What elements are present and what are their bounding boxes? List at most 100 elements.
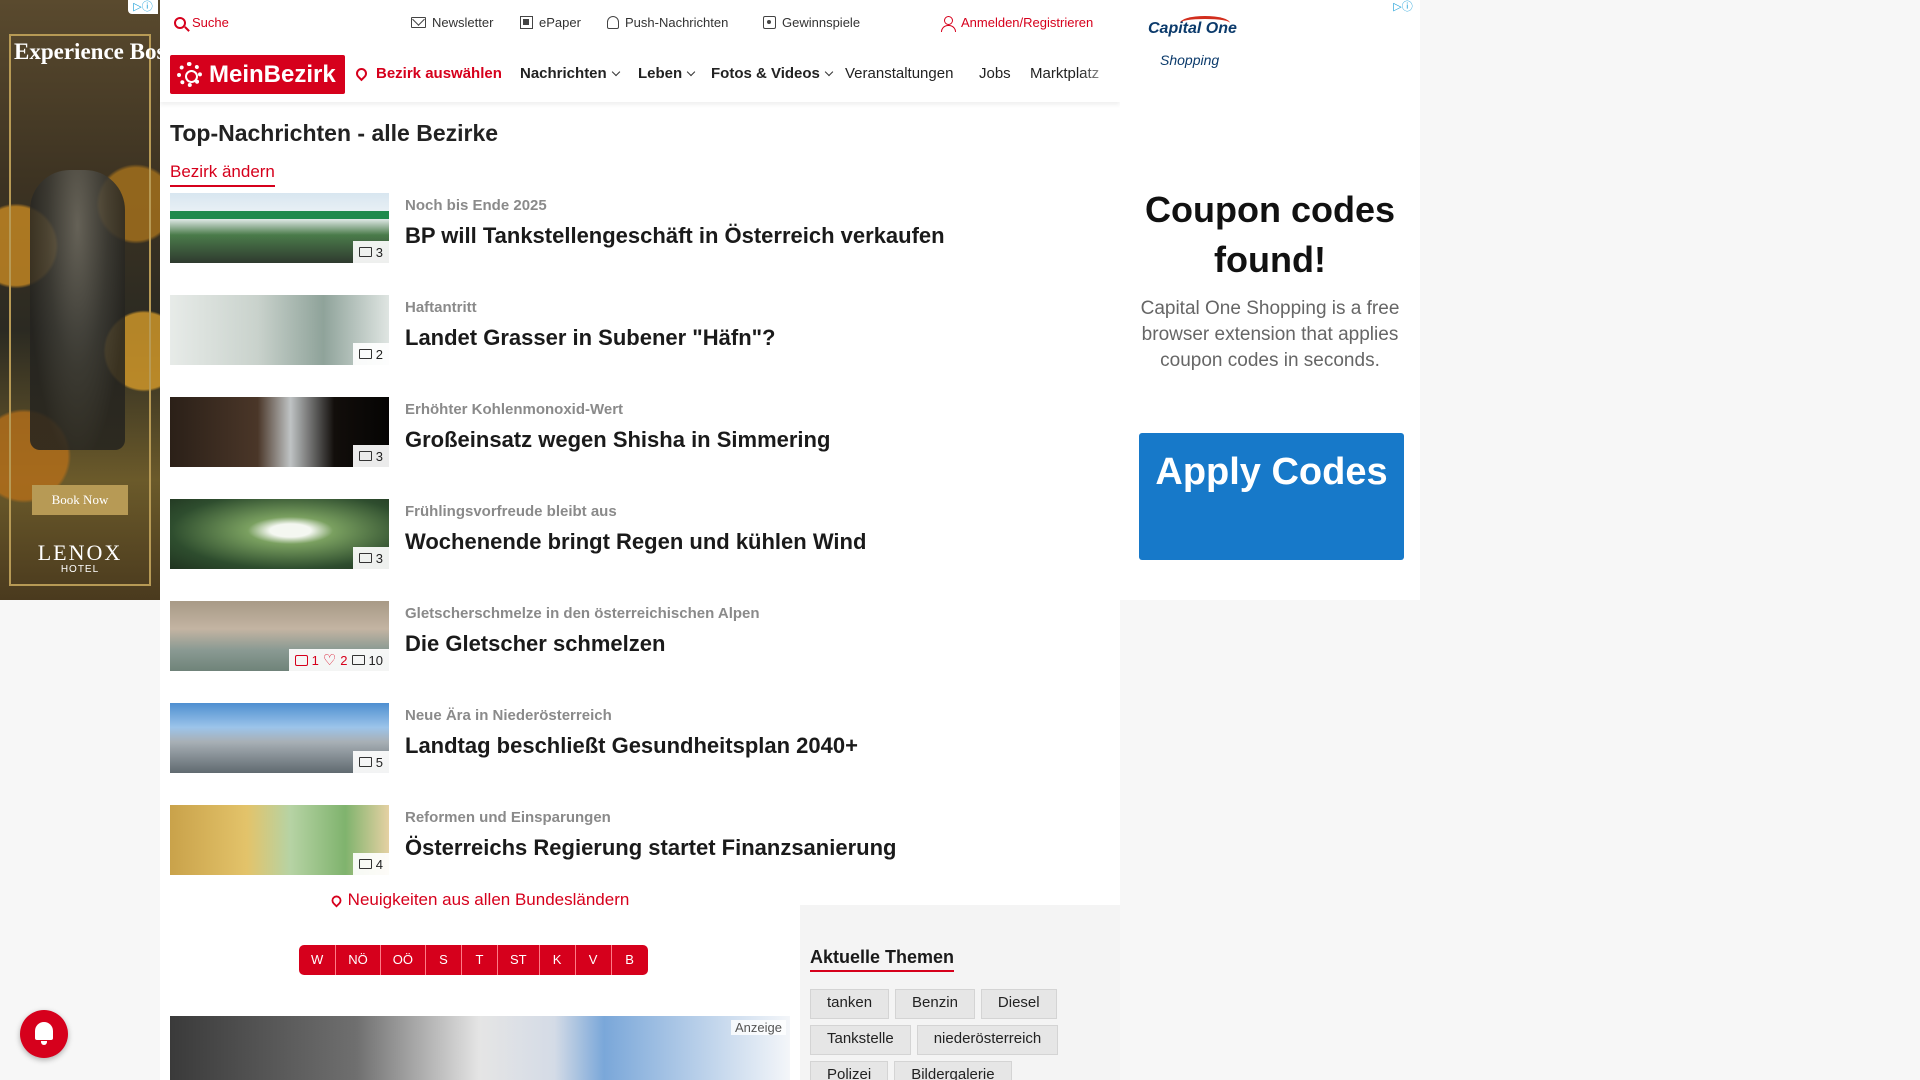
article-item[interactable]: 4 Reformen und Einsparungen Österreichs … [170, 805, 1110, 875]
region-button-noe[interactable]: NÖ [336, 945, 381, 975]
nav-fade [1080, 46, 1120, 102]
topic-tag[interactable]: Bildergalerie [894, 1061, 1012, 1080]
image-count-badge: 4 [352, 853, 389, 875]
games-link[interactable]: Gewinnspiele [763, 15, 860, 30]
region-button-st[interactable]: ST [498, 945, 540, 975]
current-topics-panel: Aktuelle Themen tanken Benzin Diesel Tan… [800, 905, 1120, 1080]
region-button-t[interactable]: T [462, 945, 499, 975]
topic-tag[interactable]: Diesel [980, 989, 1057, 1019]
article-thumbnail[interactable]: 3 [170, 193, 389, 263]
image-count: 4 [375, 856, 383, 872]
article-kicker: Reformen und Einsparungen [405, 809, 611, 826]
article-headline[interactable]: Die Gletscher schmelzen [405, 631, 665, 657]
region-button-v[interactable]: V [575, 945, 612, 975]
article-item[interactable]: 1 ♡ 2 10 Gletscherschmelze in den österre… [170, 601, 1110, 671]
newsletter-link[interactable]: Newsletter [411, 15, 493, 30]
article-thumbnail[interactable]: 3 [170, 499, 389, 569]
logo-text: MeinBezirk [209, 61, 336, 88]
topic-tag[interactable]: tanken [810, 989, 890, 1019]
notification-bell-button[interactable] [20, 1010, 68, 1058]
article-headline[interactable]: Landet Grasser in Subener "Häfn"? [405, 325, 776, 351]
sponsored-ad-image[interactable]: Anzeige [170, 1016, 790, 1080]
all-regions-link[interactable]: Neuigkeiten aus allen Bundesländern [160, 890, 800, 910]
image-count-badge: 2 [352, 343, 389, 365]
nav-leben[interactable]: Leben [638, 65, 696, 82]
article-kicker: Haftantritt [405, 299, 477, 316]
article-thumbnail[interactable]: 4 [170, 805, 389, 875]
comment-count: 1 [311, 652, 319, 668]
chevron-down-icon [611, 67, 620, 77]
apply-codes-button[interactable]: Apply Codes [1139, 433, 1404, 560]
topic-tags: tanken Benzin Diesel Tankstelle niederös… [810, 989, 1110, 1080]
region-button-k[interactable]: K [539, 945, 576, 975]
ad-brand-sub: HOTEL [60, 564, 100, 575]
article-thumbnail[interactable]: 1 ♡ 2 10 [170, 601, 389, 671]
topic-tag[interactable]: Tankstelle [810, 1025, 911, 1055]
bell-icon [607, 16, 619, 29]
region-button-b[interactable]: B [611, 945, 648, 975]
image-count: 3 [375, 244, 383, 260]
all-regions-label: Neuigkeiten aus allen Bundesländern [347, 890, 630, 909]
right-ad-banner[interactable]: Capital One Shopping Coupon codes found!… [1120, 0, 1420, 600]
adchoices-icon[interactable]: ▷ⓘ [128, 0, 158, 14]
ad-description: Capital One Shopping is a free browser e… [1140, 298, 1400, 371]
nav-veranstaltungen[interactable]: Veranstaltungen [845, 65, 953, 82]
article-kicker: Noch bis Ende 2025 [405, 197, 547, 214]
prize-icon [763, 16, 776, 29]
bezirk-select-label: Bezirk auswählen [376, 65, 502, 82]
article-item[interactable]: 3 Frühlingsvorfreude bleibt aus Wochenen… [170, 499, 1110, 569]
location-pin-icon [329, 893, 344, 908]
image-count: 2 [375, 346, 383, 362]
search-link[interactable]: Suche [174, 15, 229, 30]
main-column: Suche Newsletter ePaper Push-Nachrichten… [160, 0, 1120, 1080]
article-headline[interactable]: Wochenende bringt Regen und kühlen Wind [405, 529, 866, 555]
epaper-label: ePaper [539, 15, 581, 30]
topic-tag[interactable]: Benzin [895, 989, 975, 1019]
nav-jobs[interactable]: Jobs [979, 65, 1011, 82]
article-item[interactable]: 3 Erhöhter Kohlenmonoxid-Wert Großeinsat… [170, 397, 1110, 467]
gallery-icon [358, 757, 372, 767]
region-button-s[interactable]: S [426, 945, 463, 975]
article-headline[interactable]: Großeinsatz wegen Shisha in Simmering [405, 427, 830, 453]
nav-nachrichten[interactable]: Nachrichten [520, 65, 620, 82]
article-headline[interactable]: Landtag beschließt Gesundheitsplan 2040+ [405, 733, 858, 759]
article-item[interactable]: 3 Noch bis Ende 2025 BP will Tankstellen… [170, 193, 1110, 263]
comment-icon [294, 654, 308, 666]
newsletter-label: Newsletter [432, 15, 494, 30]
push-link[interactable]: Push-Nachrichten [607, 15, 728, 30]
push-label: Push-Nachrichten [625, 15, 729, 30]
article-thumbnail[interactable]: 2 [170, 295, 389, 365]
topic-tag[interactable]: niederösterreich [916, 1025, 1059, 1055]
topics-title: Aktuelle Themen [810, 947, 955, 972]
topic-tag[interactable]: Polizei [810, 1061, 889, 1080]
nav-fotos-videos[interactable]: Fotos & Videos [711, 65, 834, 82]
gallery-icon [358, 859, 372, 869]
ad-title: Coupon codes found! [1145, 189, 1395, 280]
image-count-badge: 1 ♡ 2 10 [288, 649, 389, 671]
article-item[interactable]: 5 Neue Ära in Niederösterreich Landtag b… [170, 703, 1110, 773]
games-label: Gewinnspiele [782, 15, 861, 30]
epaper-link[interactable]: ePaper [520, 15, 581, 30]
image-count: 3 [375, 448, 383, 464]
article-thumbnail[interactable]: 3 [170, 397, 389, 467]
region-button-w[interactable]: W [299, 945, 337, 975]
page-title: Top-Nachrichten - alle Bezirke [170, 120, 499, 146]
site-logo[interactable]: MeinBezirk [170, 55, 345, 94]
region-button-ooe[interactable]: OÖ [380, 945, 427, 975]
book-now-button[interactable]: Book Now [32, 485, 128, 515]
article-thumbnail[interactable]: 5 [170, 703, 389, 773]
region-button-group: W NÖ OÖ S T ST K V B [299, 945, 648, 975]
nav-fotos-label: Fotos & Videos [711, 65, 820, 82]
left-ad-banner[interactable]: Experience Boston's Back Bay Book Now LE… [0, 0, 160, 600]
article-headline[interactable]: Österreichs Regierung startet Finanzsani… [405, 835, 896, 861]
adchoices-icon[interactable]: ▷ⓘ [1388, 0, 1418, 14]
article-headline[interactable]: BP will Tankstellengeschäft in Österreic… [405, 223, 945, 249]
change-bezirk-link[interactable]: Bezirk ändern [170, 162, 275, 187]
ad-headline: Experience Boston's Back Bay [14, 39, 160, 64]
login-link[interactable]: Anmelden/Registrieren [941, 15, 1093, 32]
article-item[interactable]: 2 Haftantritt Landet Grasser in Subener … [170, 295, 1110, 365]
bezirk-select[interactable]: Bezirk auswählen [353, 65, 502, 82]
ad-brand-logo: LENOX [37, 540, 123, 565]
image-count-badge: 3 [352, 445, 389, 467]
image-count: 3 [375, 550, 383, 566]
